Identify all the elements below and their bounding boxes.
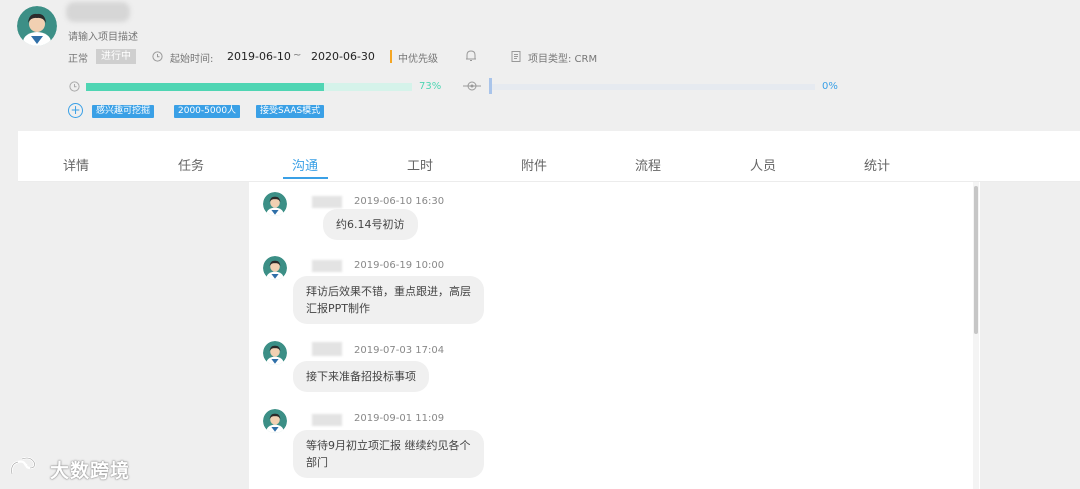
sender-name-redacted: [312, 260, 342, 272]
message-text-line: 接下来准备招投标事项: [306, 370, 416, 383]
message-avatar: [263, 192, 287, 216]
active-tab-indicator: [283, 177, 328, 179]
message-avatar: [263, 409, 287, 433]
project-type[interactable]: 项目类型: CRM: [528, 50, 597, 65]
tag-item[interactable]: 2000-5000人: [174, 105, 241, 118]
tab-statistics[interactable]: 统计: [864, 155, 890, 174]
message-time: 2019-06-10 16:30: [354, 196, 445, 207]
message-time: 2019-06-19 10:00: [354, 260, 445, 271]
message-bubble: 接下来准备招投标事项: [293, 361, 429, 392]
watermark-logo-icon: [8, 456, 48, 478]
progress-fill: [86, 83, 324, 91]
start-date[interactable]: 2019-06-10: [227, 50, 291, 63]
message-text-line: 约6.14号初访: [336, 218, 405, 231]
status-normal: 正常: [68, 54, 88, 65]
start-time-label: 起始时间:: [170, 54, 214, 65]
progress-clock-icon: [69, 81, 80, 92]
date-separator: ~: [293, 50, 302, 61]
tag-item[interactable]: 感兴趣可挖掘: [92, 105, 155, 118]
watermark-text: 大数跨境: [50, 460, 131, 482]
tab-attachments[interactable]: 附件: [521, 155, 547, 174]
message-bubble: 约6.14号初访: [323, 209, 418, 240]
bell-icon[interactable]: [465, 49, 477, 62]
message-bubble: 等待9月初立项汇报 继续约见各个 部门: [293, 430, 484, 478]
project-name-redacted: [66, 2, 130, 22]
secondary-progress-bar: [490, 84, 815, 90]
sender-name-redacted: [312, 196, 342, 208]
message-text-line: 部门: [306, 456, 328, 469]
clock-icon: [152, 51, 163, 62]
secondary-progress-marker[interactable]: [489, 78, 492, 94]
tab-communication[interactable]: 沟通: [292, 155, 318, 174]
message-time: 2019-09-01 11:09: [354, 413, 445, 424]
priority-label[interactable]: 中优先级: [398, 50, 438, 65]
end-date[interactable]: 2020-06-30: [311, 50, 375, 63]
sender-name-redacted: [312, 342, 342, 356]
message-text-line: 汇报PPT制作: [306, 302, 370, 315]
message-avatar: [263, 341, 287, 365]
progress-percent: 73%: [419, 81, 442, 92]
priority-marker: [390, 50, 392, 63]
tab-workflow[interactable]: 流程: [635, 155, 661, 174]
secondary-progress-percent: 0%: [822, 81, 838, 92]
progress-bar: [86, 83, 412, 91]
message-text-line: 拜访后效果不错，重点跟进，高层: [306, 285, 471, 298]
document-icon: [511, 51, 521, 62]
tab-worktime[interactable]: 工时: [407, 155, 433, 174]
message-avatar: [263, 256, 287, 280]
target-icon: [463, 79, 481, 93]
project-owner-avatar: [17, 6, 57, 46]
tag-item[interactable]: 接受SAAS模式: [256, 105, 325, 118]
scrollbar-thumb[interactable]: [974, 186, 978, 334]
project-description[interactable]: 请输入项目描述: [68, 28, 138, 43]
message-text-line: 等待9月初立项汇报 继续约见各个: [306, 439, 471, 452]
message-time: 2019-07-03 17:04: [354, 345, 445, 356]
message-bubble: 拜访后效果不错，重点跟进，高层 汇报PPT制作: [293, 276, 484, 324]
status-badge[interactable]: 进行中: [96, 49, 136, 64]
tab-details[interactable]: 详情: [63, 155, 89, 174]
sender-name-redacted: [312, 414, 342, 426]
tab-members[interactable]: 人员: [750, 155, 776, 174]
tab-tasks[interactable]: 任务: [178, 155, 204, 174]
add-tag-plus-icon[interactable]: +: [68, 103, 83, 118]
